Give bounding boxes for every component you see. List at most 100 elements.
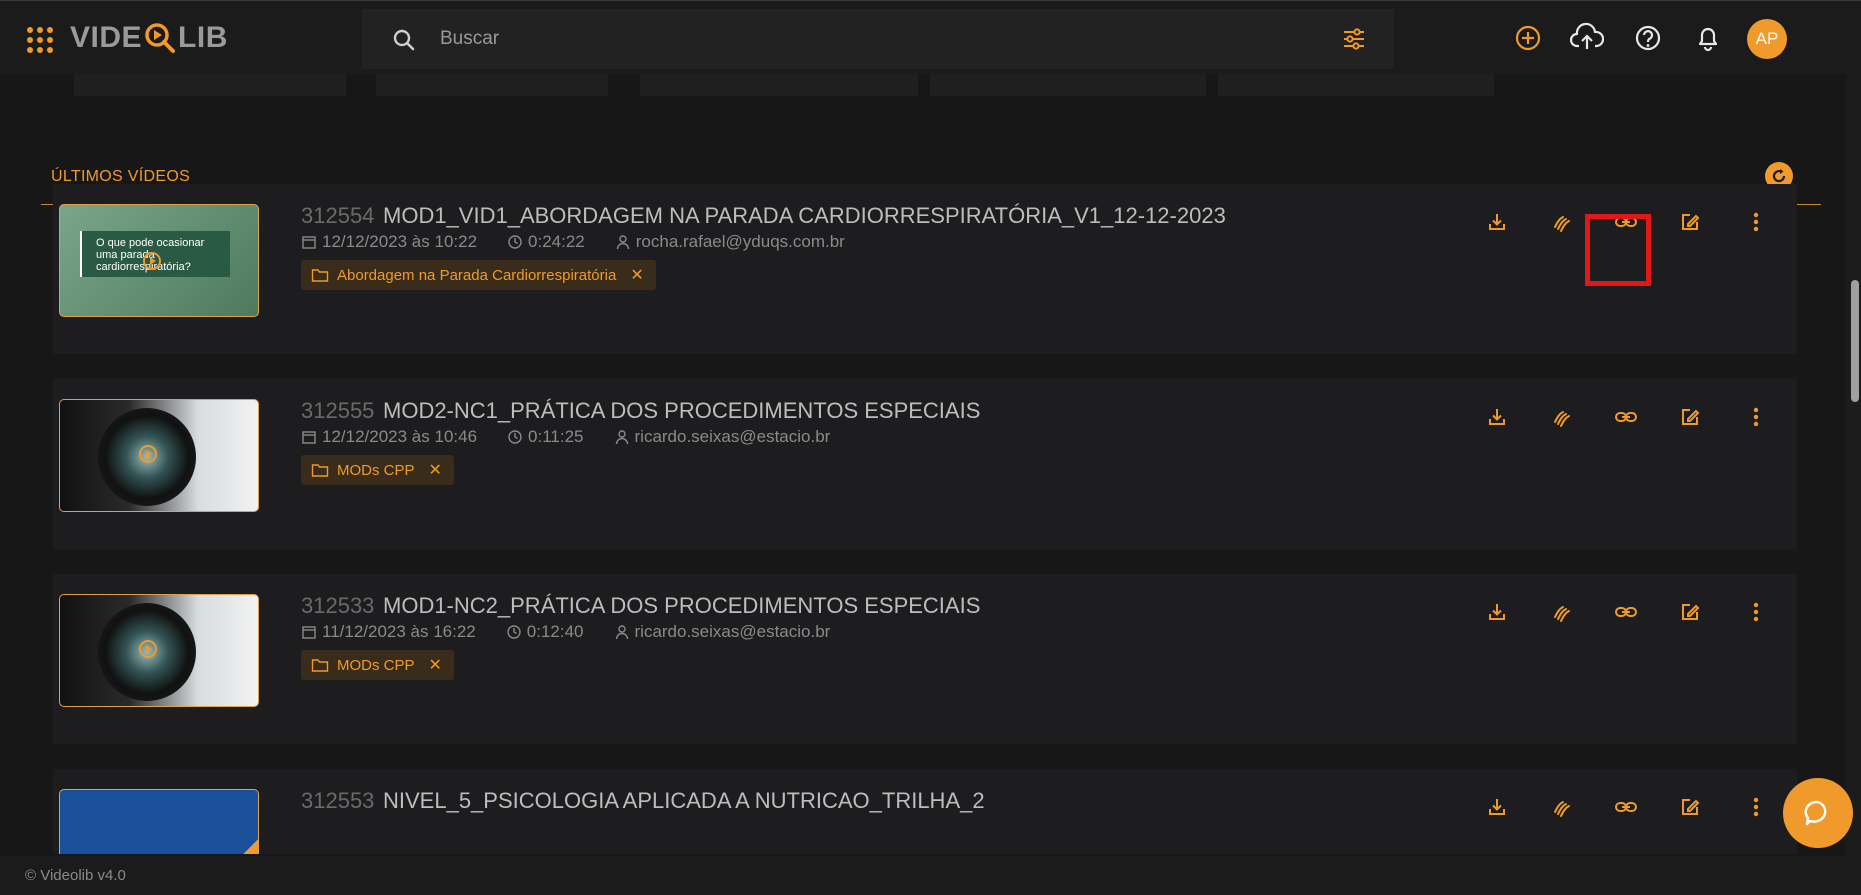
video-id: 312553: [301, 788, 375, 813]
folder-icon: [311, 269, 329, 282]
video-id: 312555: [301, 398, 375, 423]
chat-bubble-icon: [1804, 800, 1827, 826]
footer: © Videolib v4.0: [0, 856, 1861, 895]
videolib-logo[interactable]: VIDE LIB: [70, 18, 228, 58]
edit-icon: [1682, 604, 1700, 620]
play-icon: [139, 445, 157, 463]
summary-card: [640, 74, 918, 96]
chat-support-button[interactable]: [1783, 778, 1853, 848]
play-icon: [139, 640, 157, 658]
upload-date: 11/12/2023 às 16:22: [301, 622, 476, 642]
video-title[interactable]: NIVEL_5_PSICOLOGIA APLICADA A NUTRICAO_T…: [383, 788, 985, 814]
user-icon: [616, 235, 629, 250]
edit-button[interactable]: [1674, 206, 1706, 238]
download-button[interactable]: [1481, 206, 1513, 238]
video-title[interactable]: MOD1_VID1_ABORDAGEM NA PARADA CARDIORRES…: [383, 203, 1226, 229]
search-input[interactable]: [440, 23, 1280, 55]
folder-tag[interactable]: MODs CPP ✕: [301, 650, 454, 680]
video-meta: 12/12/2023 às 10:46 0:11:25 ricardo.seix…: [301, 427, 860, 447]
calendar-icon: [302, 626, 316, 639]
footer-version: © Videolib v4.0: [25, 867, 126, 884]
fingerprint-icon: [1554, 411, 1570, 427]
more-options-button[interactable]: [1740, 401, 1772, 433]
remove-tag-icon[interactable]: ✕: [429, 655, 442, 675]
copy-link-button[interactable]: [1610, 596, 1642, 628]
user-avatar[interactable]: AP: [1747, 19, 1787, 59]
embed-button[interactable]: [1546, 401, 1578, 433]
remove-tag-icon[interactable]: ✕: [429, 460, 442, 480]
video-row[interactable]: O que pode ocasionar uma parada cardiorr…: [53, 184, 1797, 354]
apps-grid-icon[interactable]: [27, 27, 53, 53]
copy-link-button[interactable]: [1610, 401, 1642, 433]
download-button[interactable]: [1481, 596, 1513, 628]
more-options-button[interactable]: [1740, 596, 1772, 628]
video-row[interactable]: 312533 MOD1-NC2_PRÁTICA DOS PROCEDIMENTO…: [53, 574, 1797, 744]
link-icon: [1615, 412, 1637, 422]
video-id: 312554: [301, 203, 375, 228]
edit-button[interactable]: [1674, 791, 1706, 823]
user-icon: [615, 625, 628, 640]
video-thumbnail[interactable]: [59, 789, 259, 854]
author: ricardo.seixas@estacio.br: [614, 622, 830, 642]
more-vertical-icon: [1753, 407, 1759, 427]
download-icon: [1489, 214, 1505, 230]
summary-card: [74, 74, 346, 96]
more-options-button[interactable]: [1740, 206, 1772, 238]
upload-date: 12/12/2023 às 10:46: [301, 427, 477, 447]
author: ricardo.seixas@estacio.br: [614, 427, 830, 447]
download-button[interactable]: [1481, 401, 1513, 433]
duration: 0:12:40: [506, 622, 584, 642]
folder-tag[interactable]: Abordagem na Parada Cardiorrespiratória …: [301, 260, 656, 290]
video-title[interactable]: MOD1-NC2_PRÁTICA DOS PROCEDIMENTOS ESPEC…: [383, 593, 980, 619]
edit-icon: [1682, 799, 1700, 815]
play-icon: [143, 252, 161, 270]
video-thumbnail[interactable]: [59, 594, 259, 707]
summary-card: [930, 74, 1206, 96]
user-icon: [615, 430, 628, 445]
embed-button[interactable]: [1546, 596, 1578, 628]
fingerprint-icon: [1554, 606, 1570, 622]
filter-sliders-icon[interactable]: [1342, 27, 1366, 51]
video-thumbnail[interactable]: [59, 399, 259, 512]
help-icon[interactable]: [1634, 18, 1662, 58]
calendar-icon: [302, 431, 316, 444]
add-circle-icon[interactable]: [1514, 18, 1542, 58]
folder-icon: [311, 659, 329, 672]
video-row[interactable]: 312555 MOD2-NC1_PRÁTICA DOS PROCEDIMENTO…: [53, 379, 1797, 549]
author: rocha.rafael@yduqs.com.br: [615, 232, 845, 252]
video-meta: 12/12/2023 às 10:22 0:24:22 rocha.rafael…: [301, 232, 875, 252]
summary-card: [1218, 74, 1494, 96]
link-icon: [1615, 802, 1637, 812]
search-icon[interactable]: [392, 28, 416, 52]
scrollbar-thumb[interactable]: [1851, 280, 1859, 402]
copy-link-button[interactable]: [1610, 791, 1642, 823]
embed-button[interactable]: [1546, 206, 1578, 238]
video-title[interactable]: MOD2-NC1_PRÁTICA DOS PROCEDIMENTOS ESPEC…: [383, 398, 980, 424]
remove-tag-icon[interactable]: ✕: [630, 265, 643, 285]
video-meta: 11/12/2023 às 16:22 0:12:40 ricardo.seix…: [301, 622, 860, 642]
video-thumbnail[interactable]: O que pode ocasionar uma parada cardiorr…: [59, 204, 259, 317]
more-options-button[interactable]: [1740, 791, 1772, 823]
logo-magnifier-icon: [143, 21, 177, 55]
scrollbar-track[interactable]: [1846, 74, 1861, 856]
video-row[interactable]: 312553 NIVEL_5_PSICOLOGIA APLICADA A NUT…: [53, 769, 1797, 854]
top-bar: VIDE LIB Buscar AP: [0, 0, 1861, 74]
summary-card: [376, 74, 608, 96]
fingerprint-icon: [1554, 216, 1570, 232]
edit-button[interactable]: [1674, 401, 1706, 433]
notifications-bell-icon[interactable]: [1694, 18, 1722, 58]
folder-tag[interactable]: MODs CPP ✕: [301, 455, 454, 485]
highlight-annotation-box: [1585, 214, 1651, 286]
edit-button[interactable]: [1674, 596, 1706, 628]
more-vertical-icon: [1753, 212, 1759, 232]
embed-button[interactable]: [1546, 791, 1578, 823]
download-button[interactable]: [1481, 791, 1513, 823]
calendar-icon: [302, 236, 316, 249]
duration: 0:11:25: [507, 427, 584, 447]
cloud-upload-icon[interactable]: [1570, 18, 1604, 58]
more-vertical-icon: [1753, 797, 1759, 817]
download-icon: [1489, 799, 1505, 815]
clock-icon: [507, 625, 521, 639]
folder-icon: [311, 464, 329, 477]
edit-icon: [1682, 214, 1700, 230]
